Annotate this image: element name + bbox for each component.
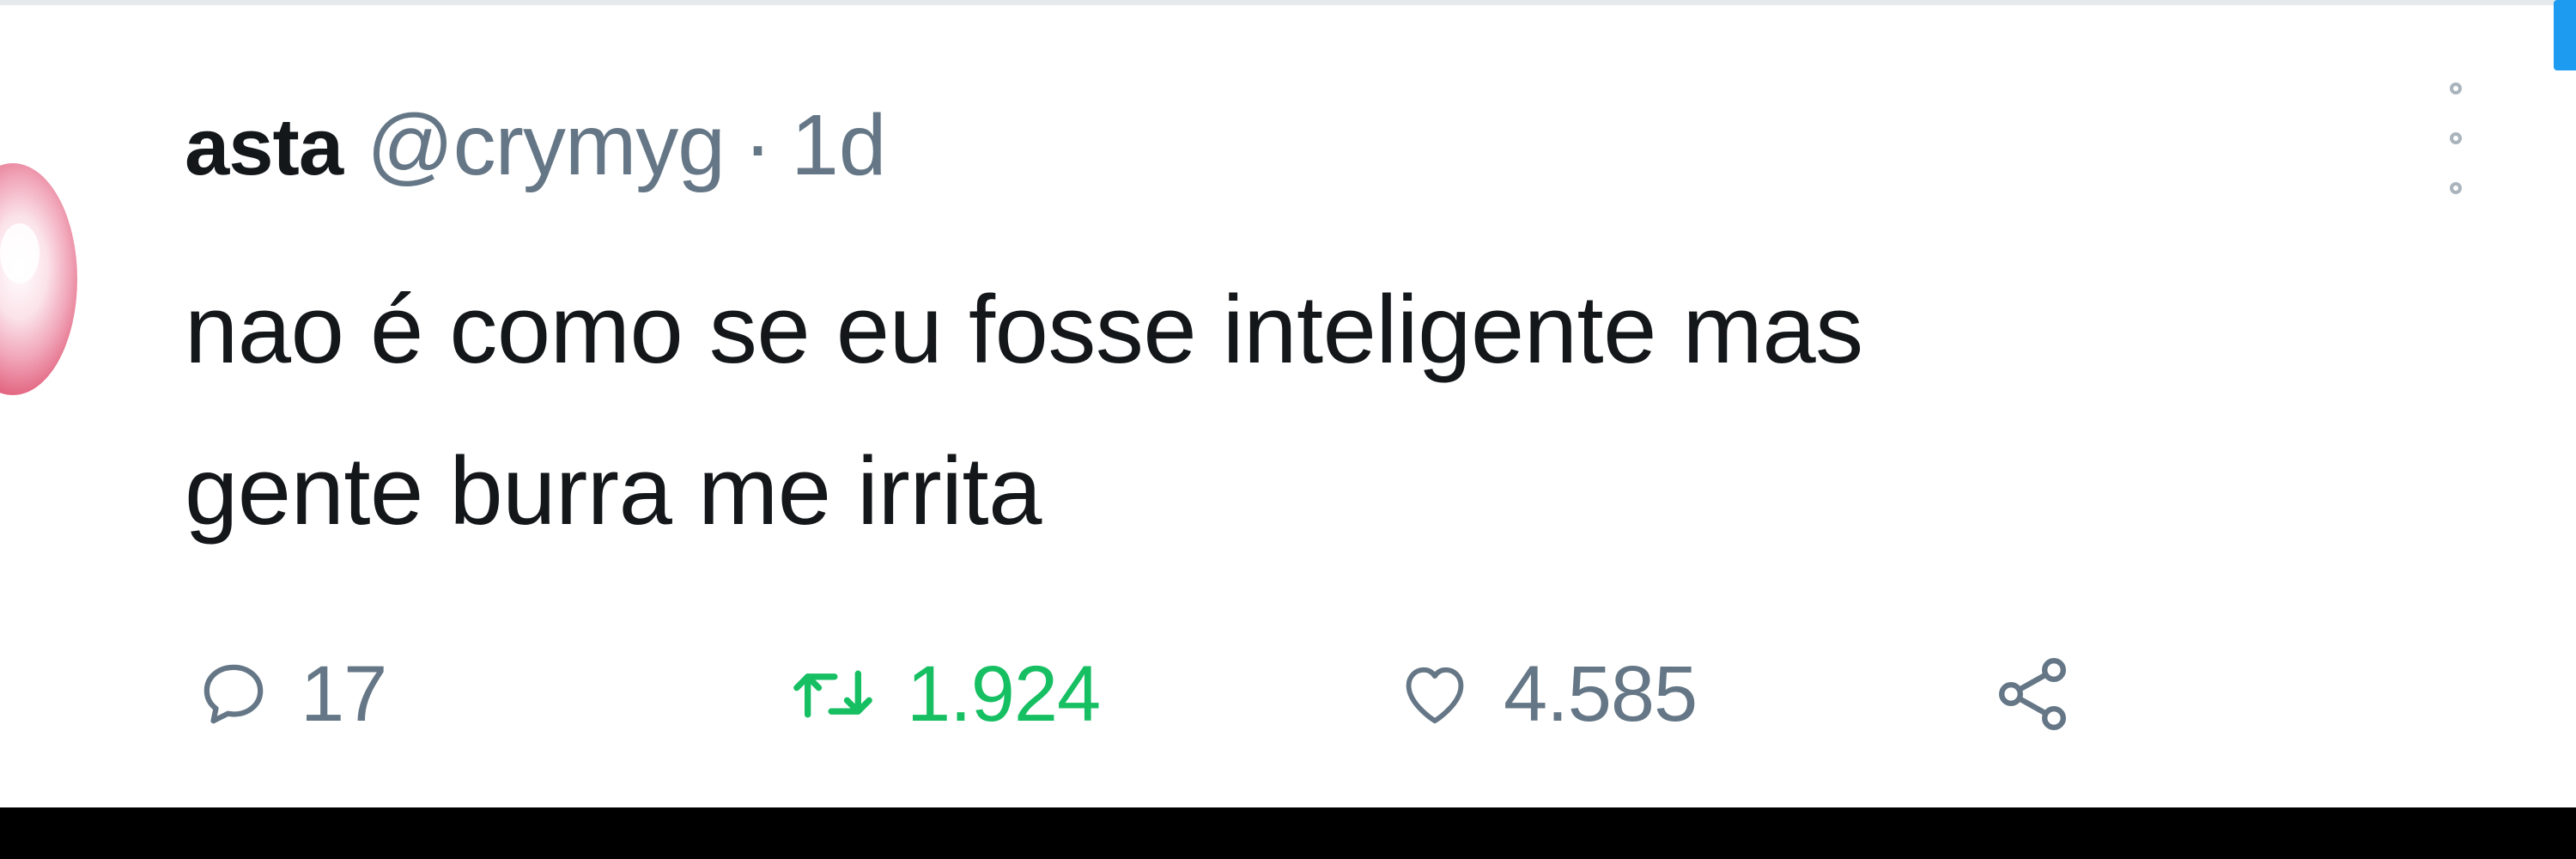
share-button[interactable] (1992, 643, 2075, 746)
retweet-icon (793, 670, 872, 718)
tweet-actions: 17 1.924 4.585 (0, 643, 2576, 746)
tweet-text-line: gente burra me irrita (185, 437, 1042, 545)
reply-icon (204, 664, 264, 724)
reply-button[interactable]: 17 (196, 643, 387, 746)
like-count: 4.585 (1504, 649, 1698, 738)
more-dot-icon (2450, 132, 2462, 144)
heart-icon (1406, 667, 1464, 724)
like-button[interactable]: 4.585 (1395, 643, 1698, 746)
user-handle[interactable]: @crymyg (367, 96, 726, 195)
tweet-screenshot: asta @crymyg · 1d nao é como se eu fosse… (0, 0, 2576, 859)
tweet-text: nao é como se eu fosse inteligente mas g… (185, 249, 2417, 572)
display-name[interactable]: asta (185, 101, 343, 193)
avatar-highlight (0, 223, 39, 283)
tweet-timestamp[interactable]: 1d (791, 96, 886, 195)
tweet-header: asta @crymyg · 1d (185, 96, 886, 199)
retweet-count: 1.924 (907, 649, 1101, 738)
avatar[interactable] (0, 163, 77, 395)
more-options-button[interactable] (2430, 82, 2482, 194)
reply-count: 17 (301, 649, 387, 738)
more-dot-icon (2450, 82, 2462, 94)
more-dot-icon (2450, 182, 2462, 194)
bottom-black-bar (0, 807, 2576, 859)
share-icon (1998, 657, 2067, 730)
header-separator: · (743, 97, 773, 193)
tweet-text-line: nao é como se eu fosse inteligente mas (185, 276, 1863, 383)
top-divider (0, 0, 2576, 5)
retweet-button[interactable]: 1.924 (788, 643, 1101, 746)
scrollbar-thumb[interactable] (2554, 0, 2576, 70)
